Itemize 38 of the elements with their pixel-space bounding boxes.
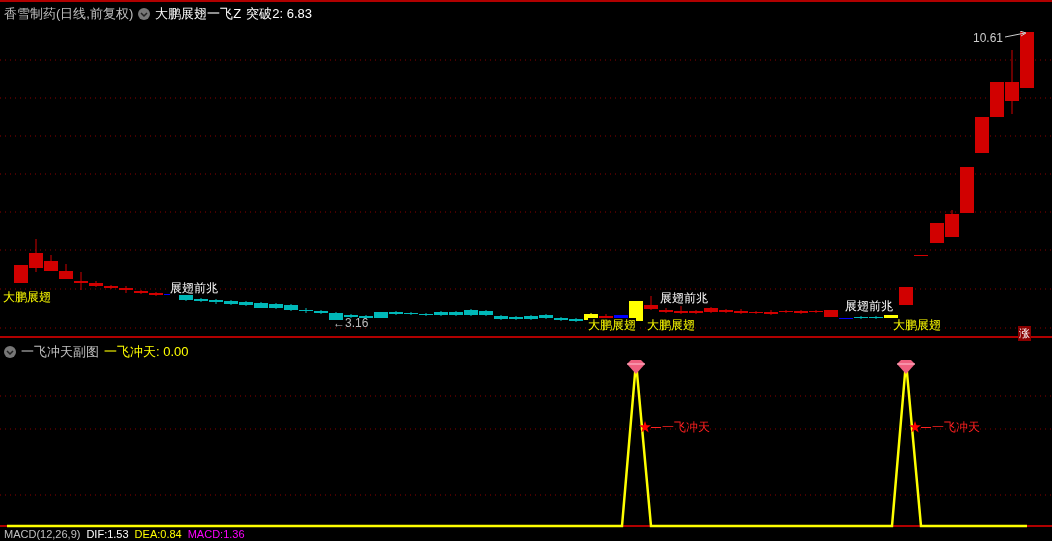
- signal-label: 展翅前兆: [845, 299, 893, 313]
- diamond-icon: [897, 360, 915, 375]
- dif-readout: DIF:1.53: [86, 528, 129, 540]
- low-price-label: ←3.16: [333, 316, 369, 330]
- macd-readout: MACD:1.36: [187, 528, 245, 540]
- signal-label: 大鹏展翅: [893, 318, 941, 332]
- signal-label: 展翅前兆: [660, 291, 708, 305]
- candlestick: [464, 308, 478, 317]
- high-price-label: 10.61: [973, 31, 1004, 45]
- star-icon: [639, 421, 651, 434]
- signal-label: 大鹏展翅: [588, 318, 636, 332]
- candlestick: [1020, 31, 1034, 89]
- arrow-icon: [1005, 31, 1027, 39]
- diamond-icon: [627, 360, 645, 375]
- signal-label: 大鹏展翅: [3, 290, 51, 304]
- signal-label: 一飞冲天: [662, 419, 710, 437]
- candlestick: [914, 254, 928, 257]
- subchart-readout: 一飞冲天: 0.00: [104, 343, 189, 362]
- rise-badge: 涨: [1018, 326, 1031, 341]
- leader-line: [651, 426, 661, 430]
- candlestick: [59, 263, 73, 280]
- signal-label: 大鹏展翅: [647, 318, 695, 332]
- candlestick: [899, 286, 913, 306]
- dropdown-icon[interactable]: [4, 346, 16, 359]
- candlestick: [930, 222, 944, 244]
- candlestick: [284, 303, 298, 312]
- star-icon: [909, 421, 921, 434]
- macd-title: MACD(12,26,9): [4, 528, 81, 540]
- subchart-title: 一飞冲天副图: [21, 343, 99, 362]
- leader-line: [921, 426, 931, 430]
- dropdown-icon[interactable]: [138, 8, 151, 20]
- candlestick: [975, 116, 989, 154]
- signal-label: 展翅前兆: [170, 281, 218, 295]
- indicator-readout: 突破2: 6.83: [246, 5, 312, 23]
- stock-title: 香雪制药(日线,前复权): [4, 5, 134, 23]
- signal-label: 一飞冲天: [932, 419, 980, 437]
- indicator-name: 大鹏展翅一飞Z: [155, 5, 242, 23]
- dea-readout: DEA:0.84: [134, 528, 182, 540]
